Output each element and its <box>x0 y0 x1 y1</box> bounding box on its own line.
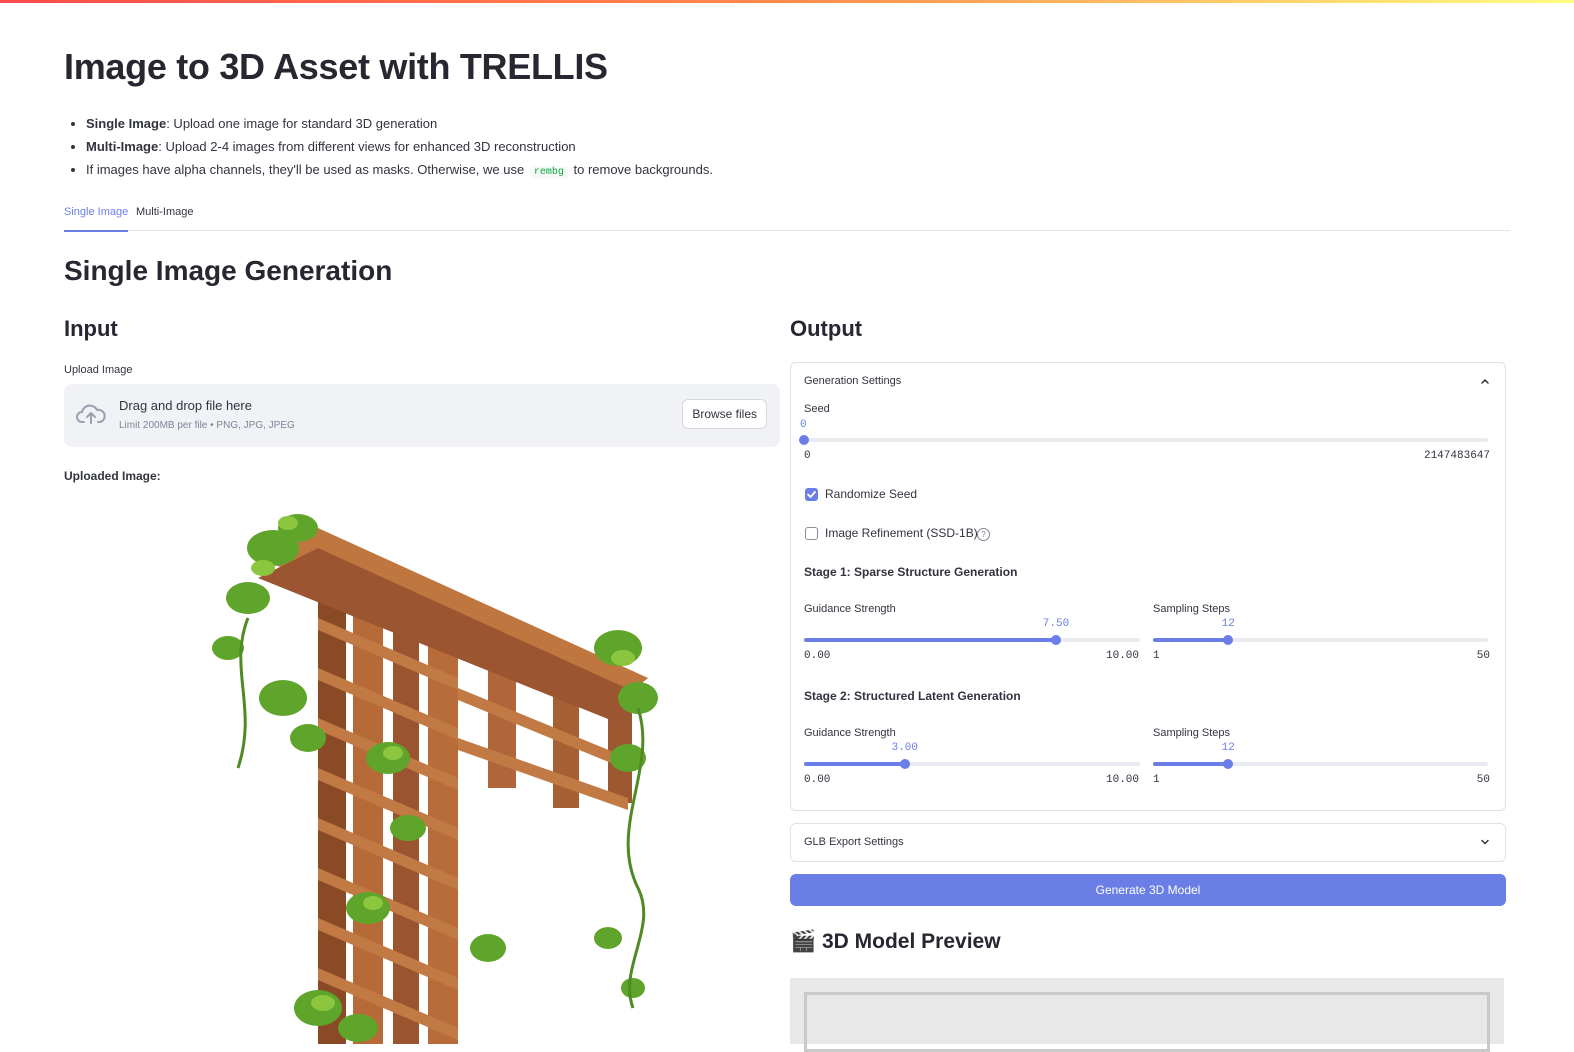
checkmark-icon <box>807 491 816 498</box>
stage1-steps-slider[interactable]: 12 <box>1153 618 1488 645</box>
dropzone-instructions: Drag and drop file here <box>119 398 252 413</box>
info-list: Single Image: Upload one image for stand… <box>64 112 1086 184</box>
output-heading: Output <box>790 316 863 341</box>
stage1-steps-min: 1 <box>1153 650 1160 662</box>
stage1-guidance-slider[interactable]: 7.50 <box>804 618 1140 645</box>
stage2-guidance-max: 10.00 <box>1106 774 1140 786</box>
upload-label: Upload Image <box>64 364 133 376</box>
stage2-title: Stage 2: Structured Latent Generation <box>804 689 1021 703</box>
stage2-steps-thumb[interactable] <box>1223 759 1234 769</box>
tab-single-image[interactable]: Single Image <box>64 206 129 232</box>
stage2-guidance-thumb[interactable] <box>899 759 910 769</box>
help-icon[interactable]: ? <box>977 528 990 541</box>
seed-value: 0 <box>800 419 807 431</box>
glb-export-settings-header[interactable]: GLB Export Settings <box>804 836 904 848</box>
stage2-steps-fill <box>1153 762 1229 766</box>
info-item-single: Single Image: Upload one image for stand… <box>86 112 1086 135</box>
generation-settings-panel: Generation Settings Seed 0 0 2147483647 … <box>790 362 1506 811</box>
browse-files-button[interactable]: Browse files <box>682 399 767 429</box>
stage2-steps-label: Sampling Steps <box>1153 727 1231 739</box>
tab-multi-image[interactable]: Multi-Image <box>136 206 193 230</box>
cloud-upload-icon <box>76 404 106 424</box>
dropzone-limits: Limit 200MB per file • PNG, JPG, JPEG <box>119 420 295 431</box>
file-dropzone[interactable]: Drag and drop file here Limit 200MB per … <box>64 384 780 447</box>
stage1-guidance-max: 10.00 <box>1106 650 1140 662</box>
stage2-steps-min: 1 <box>1153 774 1160 786</box>
tab-bar: Single Image Multi-Image <box>64 196 1510 232</box>
stage2-steps-max: 50 <box>1476 774 1490 786</box>
randomize-seed-label[interactable]: Randomize Seed <box>825 487 917 501</box>
stage1-guidance-min: 0.00 <box>804 650 831 662</box>
stage2-guidance-slider[interactable]: 3.00 <box>804 742 1140 769</box>
section-title: Single Image Generation <box>64 255 393 286</box>
image-refinement-label[interactable]: Image Refinement (SSD-1B) <box>825 526 978 540</box>
model-preview-frame <box>804 992 1490 1052</box>
seed-max: 2147483647 <box>1423 450 1490 462</box>
stage1-guidance-value: 7.50 <box>1042 618 1070 630</box>
model-preview-title: 🎬 3D Model Preview <box>790 930 1001 953</box>
chevron-down-icon[interactable] <box>1479 836 1491 848</box>
seed-slider[interactable] <box>799 435 1488 445</box>
stage1-guidance-fill <box>804 638 1056 642</box>
stage1-steps-label: Sampling Steps <box>1153 603 1231 615</box>
stage1-steps-thumb[interactable] <box>1223 635 1234 645</box>
stage1-guidance-thumb[interactable] <box>1051 635 1061 645</box>
stage1-steps-fill <box>1153 638 1229 642</box>
seed-min: 0 <box>804 450 811 462</box>
randomize-seed-checkbox[interactable] <box>805 488 818 501</box>
input-heading: Input <box>64 316 118 341</box>
stage1-guidance-label: Guidance Strength <box>804 603 896 615</box>
uploaded-image-label: Uploaded Image: <box>64 469 161 483</box>
chevron-up-icon[interactable] <box>1479 375 1491 387</box>
generate-3d-model-button[interactable]: Generate 3D Model <box>790 874 1506 906</box>
stage2-guidance-fill <box>804 762 905 766</box>
stage1-title: Stage 1: Sparse Structure Generation <box>804 565 1018 579</box>
seed-slider-thumb[interactable] <box>799 435 809 445</box>
info-item-multi: Multi-Image: Upload 2-4 images from diff… <box>86 135 1086 158</box>
page-title: Image to 3D Asset with TRELLIS <box>64 46 608 87</box>
seed-label: Seed <box>804 403 830 415</box>
stage2-guidance-label: Guidance Strength <box>804 727 896 739</box>
stage1-steps-max: 50 <box>1476 650 1490 662</box>
stage2-steps-slider[interactable]: 12 <box>1153 742 1488 769</box>
info-item-alpha: If images have alpha channels, they'll b… <box>86 158 1086 184</box>
stage2-steps-value: 12 <box>1221 742 1235 754</box>
generation-settings-header[interactable]: Generation Settings <box>804 375 901 387</box>
glb-export-settings-panel[interactable]: GLB Export Settings <box>790 823 1506 862</box>
image-refinement-checkbox[interactable] <box>805 527 818 540</box>
stage1-steps-value: 12 <box>1221 618 1235 630</box>
uploaded-image <box>188 508 658 1044</box>
stage2-guidance-value: 3.00 <box>891 742 918 754</box>
rembg-code: rembg <box>529 166 568 179</box>
top-decoration-bar <box>0 0 1574 3</box>
stage2-guidance-min: 0.00 <box>804 774 831 786</box>
model-preview-viewer[interactable] <box>790 978 1504 1052</box>
